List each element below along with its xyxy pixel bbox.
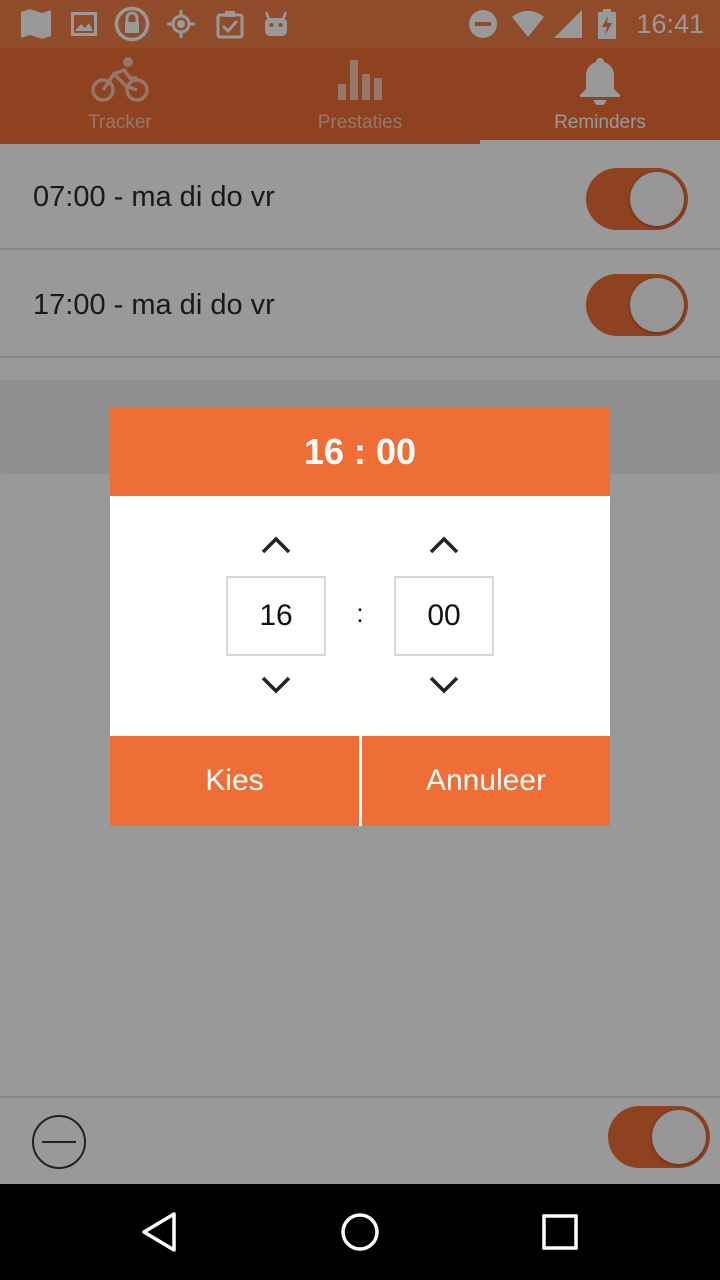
time-picker-dialog: 16 : 00 16 : 00 Kies Annuleer xyxy=(110,408,610,826)
home-icon[interactable] xyxy=(336,1208,384,1256)
dialog-title: 16 : 00 xyxy=(110,408,610,496)
hour-input[interactable]: 16 xyxy=(226,576,326,656)
hour-increment-button[interactable] xyxy=(256,530,296,560)
kies-button[interactable]: Kies xyxy=(110,736,359,826)
annuleer-button[interactable]: Annuleer xyxy=(362,736,610,826)
hour-decrement-button[interactable] xyxy=(256,670,296,700)
time-separator: : xyxy=(356,598,364,628)
back-icon[interactable] xyxy=(136,1208,184,1256)
minute-decrement-button[interactable] xyxy=(424,670,464,700)
minute-input[interactable]: 00 xyxy=(394,576,494,656)
navigation-bar xyxy=(0,1184,720,1280)
minute-increment-button[interactable] xyxy=(424,530,464,560)
recents-icon[interactable] xyxy=(536,1208,584,1256)
